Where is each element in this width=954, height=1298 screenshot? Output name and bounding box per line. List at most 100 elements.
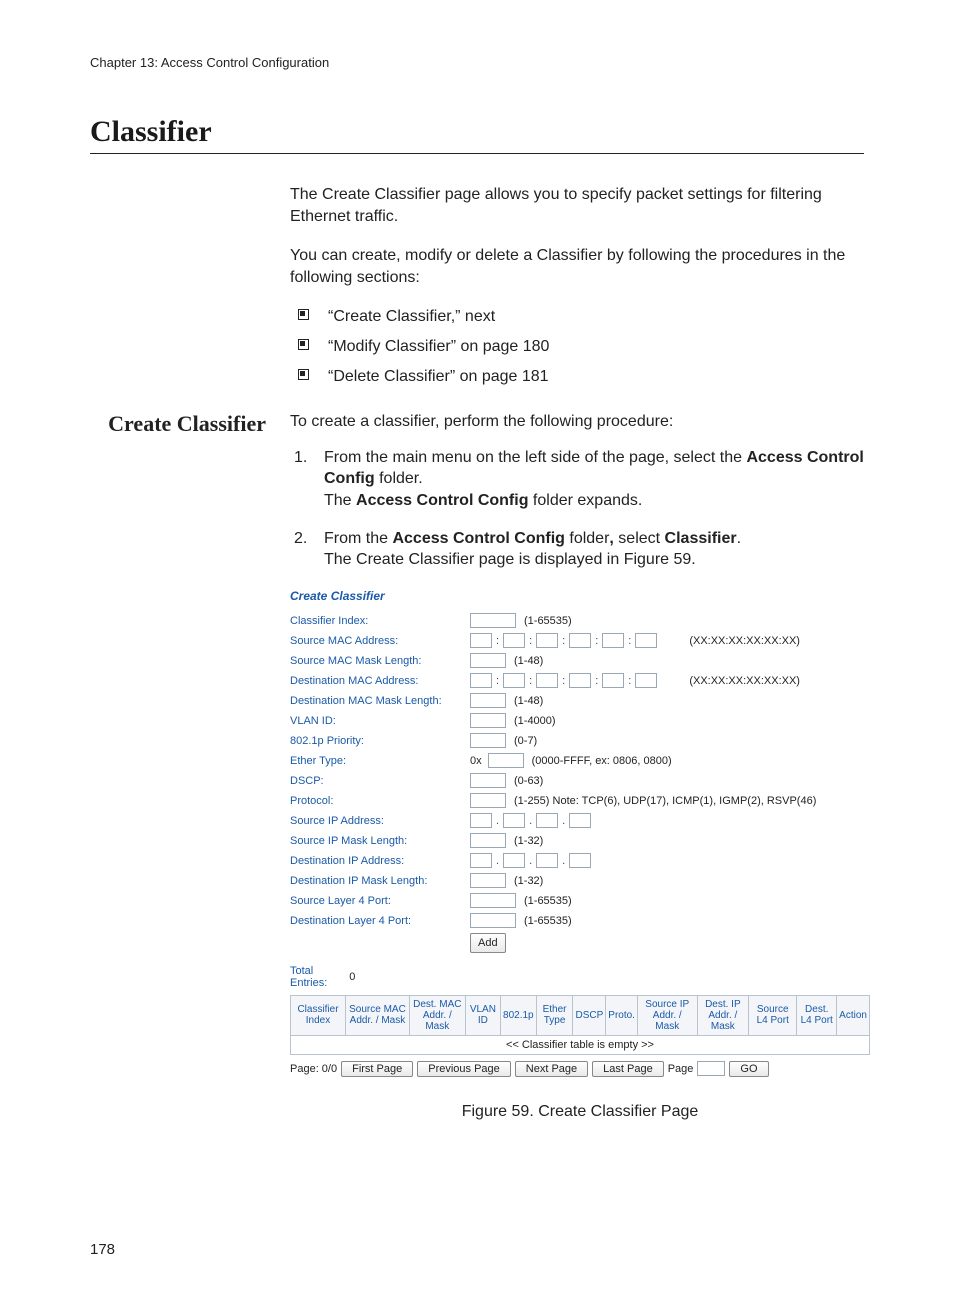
label-classifier-index: Classifier Index: — [290, 613, 470, 629]
src-ip-mask-input[interactable] — [470, 833, 506, 848]
label-dst-ip: Destination IP Address: — [290, 853, 470, 869]
vlan-input[interactable] — [470, 713, 506, 728]
label-src-ip-mask: Source IP Mask Length: — [290, 833, 470, 849]
ip-octet-input[interactable] — [470, 813, 492, 828]
mac-octet-input[interactable] — [536, 673, 558, 688]
col-ether: Ether Type — [536, 995, 573, 1035]
dscp-input[interactable] — [470, 773, 506, 788]
ip-octet-input[interactable] — [503, 813, 525, 828]
hint: (1-32) — [514, 833, 543, 849]
mac-octet-input[interactable] — [602, 673, 624, 688]
mac-octet-input[interactable] — [470, 633, 492, 648]
link-text: “Modify Classifier” on page 180 — [328, 338, 549, 355]
hint: (1-65535) — [524, 913, 572, 929]
page-number: 178 — [90, 1241, 864, 1258]
label-vlan: VLAN ID: — [290, 713, 470, 729]
links-list: “Create Classifier,” next “Modify Classi… — [290, 306, 864, 387]
last-page-button[interactable]: Last Page — [592, 1061, 664, 1077]
step-1: From the main menu on the left side of t… — [290, 447, 864, 512]
mac-octet-input[interactable] — [635, 673, 657, 688]
intro-paragraph-2: You can create, modify or delete a Class… — [290, 245, 864, 288]
screenshot-title: Create Classifier — [290, 589, 870, 603]
ether-type-input[interactable] — [488, 753, 524, 768]
label-dst-mac-mask: Destination MAC Mask Length: — [290, 693, 470, 709]
col-dst-ip: Dest. IP Addr. / Mask — [697, 995, 749, 1035]
page-title: Classifier — [90, 115, 864, 149]
dst-ip-mask-input[interactable] — [470, 873, 506, 888]
ip-octet-input[interactable] — [569, 853, 591, 868]
hint: (1-65535) — [524, 613, 572, 629]
steps-list: From the main menu on the left side of t… — [290, 447, 864, 571]
add-button[interactable]: Add — [470, 933, 506, 953]
page-number-input[interactable] — [697, 1061, 725, 1076]
bullet-icon — [298, 369, 309, 380]
screenshot-panel: Create Classifier Classifier Index: (1-65… — [290, 589, 870, 1077]
list-item: “Modify Classifier” on page 180 — [290, 336, 864, 358]
total-entries-label: Total Entries: — [290, 965, 327, 989]
label-dst-ip-mask: Destination IP Mask Length: — [290, 873, 470, 889]
label-src-ip: Source IP Address: — [290, 813, 470, 829]
next-page-button[interactable]: Next Page — [515, 1061, 588, 1077]
col-vlan: VLAN ID — [465, 995, 500, 1035]
intro-paragraph-1: The Create Classifier page allows you to… — [290, 184, 864, 227]
label-src-mac-mask: Source MAC Mask Length: — [290, 653, 470, 669]
col-dscp: DSCP — [573, 995, 606, 1035]
step-2: From the Access Control Config folder, s… — [290, 528, 864, 571]
hint: (XX:XX:XX:XX:XX:XX) — [689, 673, 800, 689]
page-word: Page — [668, 1063, 694, 1075]
mac-octet-input[interactable] — [602, 633, 624, 648]
classifier-index-input[interactable] — [470, 613, 516, 628]
col-classifier-index: Classifier Index — [291, 995, 346, 1035]
hint: (0-63) — [514, 773, 543, 789]
list-item: “Create Classifier,” next — [290, 306, 864, 328]
mac-octet-input[interactable] — [503, 633, 525, 648]
hint: (0000-FFFF, ex: 0806, 0800) — [532, 753, 672, 769]
mac-octet-input[interactable] — [536, 633, 558, 648]
dst-l4-input[interactable] — [470, 913, 516, 928]
ip-octet-input[interactable] — [536, 813, 558, 828]
ip-octet-input[interactable] — [536, 853, 558, 868]
label-dst-l4: Destination Layer 4 Port: — [290, 913, 470, 929]
col-dst-l4: Dest. L4 Port — [797, 995, 837, 1035]
priority-input[interactable] — [470, 733, 506, 748]
dst-mac-mask-input[interactable] — [470, 693, 506, 708]
label-dst-mac: Destination MAC Address: — [290, 673, 470, 689]
col-src-mac: Source MAC Addr. / Mask — [346, 995, 410, 1035]
label-protocol: Protocol: — [290, 793, 470, 809]
hint: (1-255) Note: TCP(6), UDP(17), ICMP(1), … — [514, 793, 816, 809]
link-text: “Create Classifier,” next — [328, 308, 495, 325]
mac-octet-input[interactable] — [503, 673, 525, 688]
hint: (0-7) — [514, 733, 537, 749]
mac-octet-input[interactable] — [569, 673, 591, 688]
src-l4-input[interactable] — [470, 893, 516, 908]
pager: Page: 0/0 First Page Previous Page Next … — [290, 1061, 870, 1077]
previous-page-button[interactable]: Previous Page — [417, 1061, 511, 1077]
hint: (1-4000) — [514, 713, 556, 729]
src-mac-mask-input[interactable] — [470, 653, 506, 668]
ip-octet-input[interactable] — [470, 853, 492, 868]
classifier-table: Classifier Index Source MAC Addr. / Mask… — [290, 995, 870, 1055]
hint: (1-48) — [514, 693, 543, 709]
subsection-heading: Create Classifier — [90, 411, 290, 437]
link-text: “Delete Classifier” on page 181 — [328, 368, 549, 385]
chapter-header: Chapter 13: Access Control Configuration — [90, 55, 864, 70]
ip-octet-input[interactable] — [569, 813, 591, 828]
title-rule — [90, 153, 864, 154]
label-src-mac: Source MAC Address: — [290, 633, 470, 649]
col-proto: Proto. — [606, 995, 638, 1035]
hint: (1-32) — [514, 873, 543, 889]
go-button[interactable]: GO — [729, 1061, 768, 1077]
label-src-l4: Source Layer 4 Port: — [290, 893, 470, 909]
label-dscp: DSCP: — [290, 773, 470, 789]
mac-octet-input[interactable] — [635, 633, 657, 648]
mac-octet-input[interactable] — [569, 633, 591, 648]
ip-octet-input[interactable] — [503, 853, 525, 868]
page-indicator: Page: 0/0 — [290, 1063, 337, 1075]
col-action: Action — [837, 995, 870, 1035]
label-priority: 802.1p Priority: — [290, 733, 470, 749]
mac-octet-input[interactable] — [470, 673, 492, 688]
protocol-input[interactable] — [470, 793, 506, 808]
first-page-button[interactable]: First Page — [341, 1061, 413, 1077]
hint: (XX:XX:XX:XX:XX:XX) — [689, 633, 800, 649]
col-8021p: 802.1p — [501, 995, 537, 1035]
